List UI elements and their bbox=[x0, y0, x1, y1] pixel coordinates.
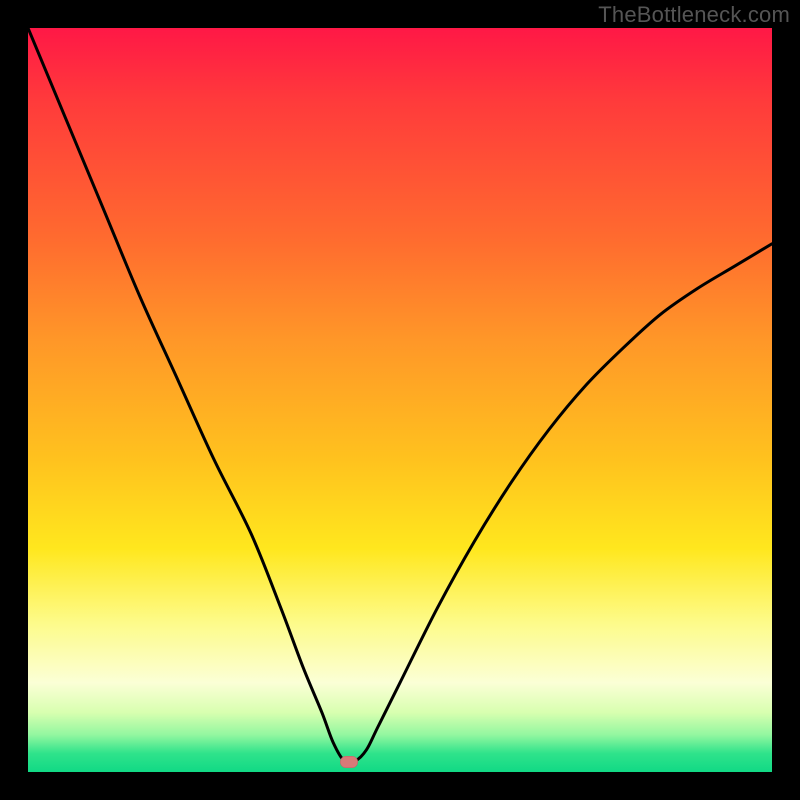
watermark-text: TheBottleneck.com bbox=[598, 2, 790, 28]
chart-frame: TheBottleneck.com bbox=[0, 0, 800, 800]
plot-area bbox=[28, 28, 772, 772]
optimum-marker bbox=[340, 756, 358, 768]
curve-layer bbox=[28, 28, 772, 772]
bottleneck-curve bbox=[28, 28, 772, 763]
